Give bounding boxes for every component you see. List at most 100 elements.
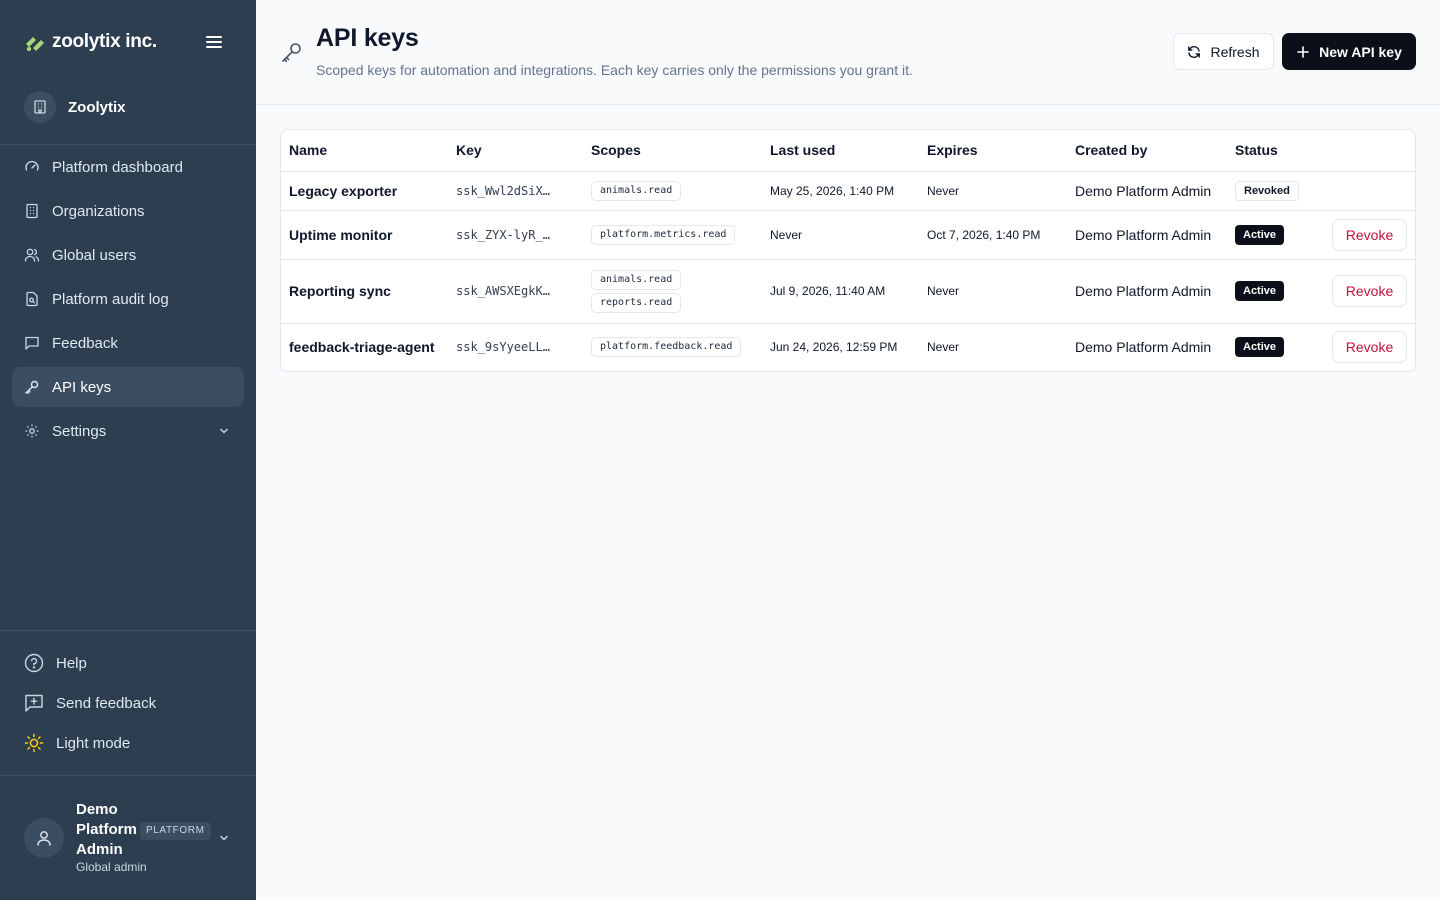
page-title: API keys	[316, 24, 419, 52]
api-keys-table: Name Key Scopes Last used Expires Create…	[281, 130, 1415, 371]
menu-toggle-button[interactable]	[204, 32, 224, 52]
key-status: Active	[1227, 323, 1324, 371]
scope-chip: platform.metrics.read	[591, 224, 736, 245]
key-name: Reporting sync	[281, 259, 448, 324]
key-expires: Never	[919, 171, 1067, 211]
key-created-by: Demo Platform Admin	[1075, 339, 1212, 356]
key-created-by: Demo Platform Admin	[1067, 259, 1227, 324]
sidebar-item-settings[interactable]: Settings	[12, 411, 244, 451]
key-actions: Revoke	[1324, 323, 1415, 371]
key-status: Active	[1227, 259, 1324, 324]
status-badge: Revoked	[1235, 180, 1299, 201]
user-role: Global admin	[76, 860, 147, 874]
file-search-icon	[24, 291, 40, 307]
key-actions: Revoke	[1324, 259, 1415, 324]
key-actions: Revoke	[1324, 210, 1415, 260]
revoke-button[interactable]: Revoke	[1332, 331, 1407, 364]
key-expires: Oct 7, 2026, 1:40 PM	[919, 210, 1067, 260]
user-platform-badge: PLATFORM	[140, 822, 211, 840]
sidebar-item-platform-audit-log[interactable]: Platform audit log	[12, 279, 244, 319]
key-last-used: May 25, 2026, 1:40 PM	[762, 171, 919, 211]
column-header-expires[interactable]: Expires	[919, 130, 1067, 172]
help-circle-icon	[24, 653, 44, 673]
sidebar-item-organizations[interactable]: Organizations	[12, 191, 244, 231]
sidebar-bottom-links: Help Send feedback Light mode	[24, 650, 156, 770]
chevron-down-icon	[220, 835, 228, 841]
key-status: Revoked	[1227, 171, 1324, 211]
key-last-used: Jun 24, 2026, 12:59 PM	[770, 340, 898, 355]
sidebar-item-feedback[interactable]: Feedback	[12, 323, 244, 363]
sidebar-divider	[0, 144, 256, 145]
table-row: Legacy exporter ssk_Wwl2dSiX… animals.re…	[281, 171, 1415, 211]
revoke-button[interactable]: Revoke	[1332, 218, 1407, 251]
sidebar-nav: Platform dashboard Organizations Global …	[12, 147, 244, 455]
scope-chip: animals.read	[591, 180, 682, 201]
key-prefix: ssk_ZYX-lyR_…	[448, 210, 583, 260]
column-header-last-used[interactable]: Last used	[762, 130, 919, 172]
user-name: Demo Platform Admin	[76, 801, 137, 858]
org-switcher[interactable]: Zoolytix	[24, 90, 126, 124]
key-created-by: Demo Platform Admin	[1067, 171, 1227, 211]
refresh-button[interactable]: Refresh	[1173, 33, 1274, 70]
page-header: API keys Scoped keys for automation and …	[256, 0, 1440, 105]
gauge-icon	[24, 159, 40, 175]
status-badge: Active	[1235, 224, 1285, 245]
new-api-key-button[interactable]: New API key	[1282, 33, 1416, 70]
building-icon	[24, 91, 56, 123]
sidebar-item-label: Organizations	[52, 202, 145, 220]
table-header-row: Name Key Scopes Last used Expires Create…	[281, 130, 1415, 172]
brand[interactable]: zoolytix inc.	[24, 28, 157, 56]
key-created-by: Demo Platform Admin	[1067, 210, 1227, 260]
theme-toggle[interactable]: Light mode	[24, 730, 156, 756]
scope-chip: reports.read	[591, 292, 682, 313]
plus-icon	[1297, 45, 1309, 58]
brand-name: zoolytix inc.	[52, 31, 157, 52]
column-header-actions	[1324, 130, 1415, 172]
zoolytix-logo-icon	[26, 37, 44, 52]
key-actions	[1324, 171, 1415, 211]
scope-chip: animals.read	[591, 269, 682, 290]
revoke-button[interactable]: Revoke	[1332, 275, 1407, 307]
org-name: Zoolytix	[68, 98, 126, 116]
table-row: Reporting sync ssk_AWSXEgkK… animals.rea…	[281, 259, 1415, 324]
column-header-scopes[interactable]: Scopes	[583, 130, 762, 172]
api-keys-table-card: Name Key Scopes Last used Expires Create…	[280, 129, 1416, 372]
key-name: Legacy exporter	[281, 171, 448, 211]
sidebar-item-platform-dashboard[interactable]: Platform dashboard	[12, 147, 244, 187]
column-header-status[interactable]: Status	[1227, 130, 1324, 172]
key-name: feedback-triage-agent	[289, 339, 435, 356]
gear-icon	[24, 423, 40, 439]
help-label: Help	[56, 654, 87, 672]
table-row: feedback-triage-agent ssk_9sYyeeLL… plat…	[281, 323, 1415, 371]
building-icon	[24, 203, 40, 219]
users-icon	[24, 247, 40, 263]
key-name: Uptime monitor	[281, 210, 448, 260]
send-feedback-link[interactable]: Send feedback	[24, 690, 156, 716]
status-badge: Active	[1235, 281, 1285, 301]
sidebar-divider	[0, 775, 256, 776]
column-header-name[interactable]: Name	[281, 130, 448, 172]
new-api-key-label: New API key	[1319, 43, 1402, 60]
help-link[interactable]: Help	[24, 650, 156, 676]
key-prefix: ssk_Wwl2dSiX…	[448, 171, 583, 211]
user-menu[interactable]: Demo Platform Admin PLATFORM Global admi…	[24, 800, 236, 880]
key-scopes: platform.metrics.read	[583, 210, 762, 260]
key-scopes: platform.feedback.read	[583, 323, 762, 371]
column-header-created-by[interactable]: Created by	[1067, 130, 1227, 172]
sidebar-item-label: Global users	[52, 246, 137, 264]
scope-chip: platform.feedback.read	[591, 337, 742, 358]
hamburger-icon	[206, 36, 222, 48]
key-scopes: animals.read reports.read	[583, 259, 762, 324]
sidebar-item-label: Feedback	[52, 334, 118, 352]
column-header-key[interactable]: Key	[448, 130, 583, 172]
key-status: Active	[1227, 210, 1324, 260]
sidebar-item-global-users[interactable]: Global users	[12, 235, 244, 275]
key-expires: Never	[927, 340, 960, 355]
sidebar-item-api-keys[interactable]: API keys	[12, 367, 244, 407]
sidebar-divider	[0, 630, 256, 631]
message-square-icon	[24, 335, 40, 351]
key-last-used: Jul 9, 2026, 11:40 AM	[762, 259, 919, 324]
chevron-down-icon	[220, 428, 228, 434]
sidebar-item-label: API keys	[52, 378, 112, 396]
status-badge: Active	[1235, 337, 1285, 358]
